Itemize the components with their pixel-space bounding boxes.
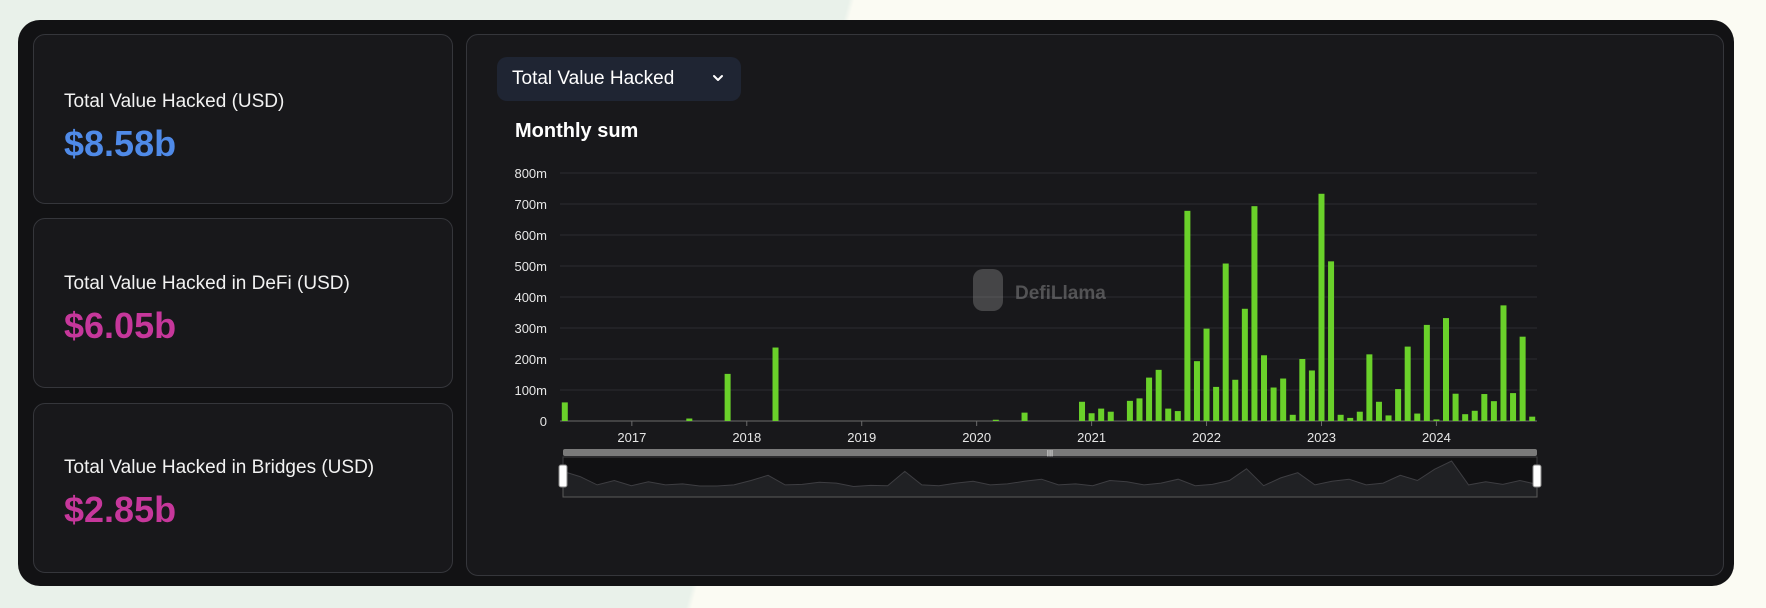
x-tick-label: 2017: [617, 430, 646, 445]
bar[interactable]: [1423, 324, 1430, 421]
llama-logo-icon: [973, 269, 1003, 311]
bar[interactable]: [1098, 408, 1105, 421]
bar[interactable]: [1174, 411, 1181, 421]
y-tick-label: 100m: [514, 383, 547, 398]
bar[interactable]: [1337, 414, 1344, 421]
bar[interactable]: [1165, 408, 1172, 421]
y-axis-labels: 0 100m 200m 300m 400m 500m 600m 700m 800m: [514, 166, 547, 429]
x-tick-label: 2024: [1422, 430, 1451, 445]
bar[interactable]: [686, 418, 693, 421]
bar[interactable]: [1155, 369, 1162, 421]
bar[interactable]: [561, 402, 568, 421]
y-tick-label: 0: [540, 414, 547, 429]
x-tick-label: 2022: [1192, 430, 1221, 445]
stat-value: $2.85b: [64, 489, 177, 530]
x-axis-labels: 2017 2018 2019 2020 2021 2022 2023 2024: [617, 421, 1451, 445]
bar[interactable]: [1375, 401, 1382, 421]
bar[interactable]: [1490, 401, 1497, 421]
bar[interactable]: [1184, 210, 1191, 421]
bar[interactable]: [1079, 401, 1086, 421]
x-tick-label: 2019: [847, 430, 876, 445]
bar[interactable]: [1404, 346, 1411, 421]
bar[interactable]: [1222, 263, 1229, 421]
hacks-overview-panel: Total Value Hacked (USD) $8.58b Total Va…: [18, 20, 1734, 586]
x-tick-label: 2021: [1077, 430, 1106, 445]
bar[interactable]: [1366, 354, 1373, 421]
bars: [561, 193, 1536, 421]
bar[interactable]: [1395, 389, 1402, 421]
bar[interactable]: [1251, 206, 1258, 421]
stat-value: $6.05b: [64, 305, 177, 346]
bar[interactable]: [1414, 413, 1421, 421]
defillama-watermark: DefiLlama: [973, 269, 1106, 311]
bar[interactable]: [1356, 411, 1363, 421]
bar[interactable]: [1193, 361, 1200, 421]
bar[interactable]: [1510, 393, 1517, 421]
bar[interactable]: [1146, 377, 1153, 421]
bar[interactable]: [1443, 318, 1449, 421]
bar[interactable]: [1308, 370, 1315, 421]
watermark-text: DefiLlama: [1015, 283, 1106, 304]
bar[interactable]: [1136, 398, 1143, 421]
y-tick-label: 300m: [514, 321, 547, 336]
bar[interactable]: [1385, 415, 1392, 421]
range-navigator[interactable]: |||: [558, 449, 1542, 498]
x-tick-label: 2020: [962, 430, 991, 445]
bar[interactable]: [1328, 261, 1335, 421]
bar[interactable]: [1433, 419, 1440, 421]
bar[interactable]: [1471, 410, 1478, 421]
chart-title: Monthly sum: [515, 120, 638, 142]
chart-panel: Total Value Hacked Monthly sum DefiLlama…: [466, 34, 1724, 576]
stat-label: Total Value Hacked (USD): [64, 91, 285, 112]
bar[interactable]: [1452, 393, 1459, 421]
stat-label: Total Value Hacked in Bridges (USD): [64, 457, 375, 478]
bar[interactable]: [1107, 411, 1114, 421]
bar[interactable]: [1481, 394, 1488, 421]
y-tick-label: 800m: [514, 166, 547, 181]
stat-card-defi: Total Value Hacked in DeFi (USD) $6.05b: [33, 218, 453, 388]
y-tick-label: 400m: [514, 290, 547, 305]
bar[interactable]: [992, 419, 999, 421]
stat-card-total: Total Value Hacked (USD) $8.58b: [33, 34, 453, 204]
stat-label: Total Value Hacked in DeFi (USD): [64, 273, 350, 294]
bar[interactable]: [1021, 412, 1028, 421]
y-tick-label: 200m: [514, 352, 547, 367]
bar[interactable]: [1213, 386, 1220, 421]
bar[interactable]: [1299, 359, 1306, 421]
bar[interactable]: [1203, 328, 1210, 421]
monthly-sum-chart: Monthly sum DefiLlama 0 100m 200m 300m 400m 5…: [514, 120, 1542, 498]
bar[interactable]: [1347, 417, 1354, 421]
navigator-left-handle[interactable]: [558, 464, 568, 488]
x-tick-label: 2018: [732, 430, 761, 445]
bar[interactable]: [1126, 400, 1133, 421]
y-tick-label: 700m: [514, 197, 547, 212]
stat-card-bridges: Total Value Hacked in Bridges (USD) $2.8…: [33, 403, 453, 573]
bar[interactable]: [1232, 379, 1239, 421]
bar[interactable]: [724, 373, 731, 421]
bar[interactable]: [1289, 414, 1296, 421]
bar[interactable]: [1280, 378, 1287, 421]
bar[interactable]: [1318, 193, 1325, 421]
stat-value: $8.58b: [64, 123, 177, 164]
bar[interactable]: [1261, 355, 1268, 421]
bar[interactable]: [1529, 416, 1536, 421]
navigator-right-handle[interactable]: [1532, 464, 1542, 488]
bar[interactable]: [1270, 387, 1277, 421]
bar[interactable]: [1500, 305, 1507, 421]
y-tick-label: 600m: [514, 228, 547, 243]
bar[interactable]: [1462, 414, 1469, 421]
bar[interactable]: [1241, 308, 1248, 421]
bar[interactable]: [1088, 413, 1095, 421]
y-tick-label: 500m: [514, 259, 547, 274]
bar[interactable]: [772, 347, 779, 421]
bar[interactable]: [1519, 336, 1526, 421]
x-tick-label: 2023: [1307, 430, 1336, 445]
